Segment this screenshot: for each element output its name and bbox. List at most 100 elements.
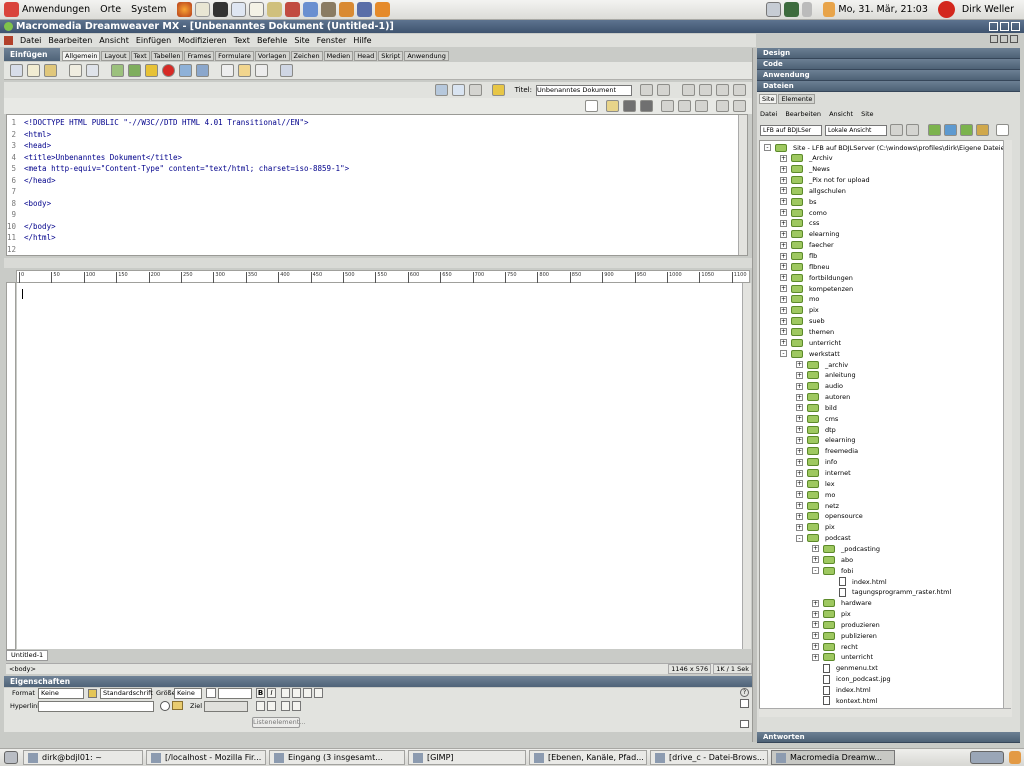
align-left-icon[interactable] <box>281 688 290 698</box>
date-icon[interactable] <box>221 64 234 77</box>
expand-toggle-icon[interactable]: + <box>780 317 787 325</box>
menu-site[interactable]: Site <box>294 36 309 45</box>
design-scrollbar[interactable] <box>742 283 751 649</box>
expand-toggle-icon[interactable]: + <box>796 436 803 444</box>
expand-toggle-icon[interactable]: + <box>812 545 819 553</box>
tab-head[interactable]: Head <box>354 51 378 61</box>
size-select[interactable]: Keine <box>174 688 202 699</box>
expand-toggle-icon[interactable]: + <box>780 241 787 249</box>
tree-scrollbar[interactable] <box>1003 140 1012 717</box>
file-tree[interactable]: - Site - LFB auf BDJLServer (C:\windows\p… <box>759 140 1011 717</box>
tree-folder[interactable]: + dtp <box>796 424 836 435</box>
tab-zeichen[interactable]: Zeichen <box>290 51 323 61</box>
expand-toggle-icon[interactable]: + <box>780 165 787 173</box>
code-line[interactable]: 4 <title>Unbenanntes Dokument</title> <box>7 152 747 164</box>
code-scrollbar[interactable] <box>738 115 747 255</box>
expand-toggle-icon[interactable]: + <box>796 393 803 401</box>
tree-folder[interactable]: - podcast <box>796 533 851 544</box>
list-item-button[interactable]: Listenelement... <box>252 717 305 728</box>
clock[interactable]: Mo, 31. Mär, 21:03 <box>838 4 928 15</box>
expand-toggle-icon[interactable]: + <box>812 599 819 607</box>
expand-toggle-icon[interactable]: + <box>780 198 787 206</box>
code-line[interactable]: 1 <!DOCTYPE HTML PUBLIC "-//W3C//DTD HTML… <box>7 117 747 129</box>
notification-icon[interactable] <box>823 2 836 17</box>
tree-folder[interactable]: + _archiv <box>796 359 848 370</box>
cut-icon[interactable] <box>661 100 674 112</box>
file-manager-launcher-icon[interactable] <box>266 2 282 17</box>
taskbar-button[interactable]: [GIMP] <box>408 750 526 765</box>
open-file-icon[interactable] <box>606 100 619 112</box>
paste-icon[interactable] <box>695 100 708 112</box>
reference-icon[interactable] <box>699 84 712 96</box>
code-line[interactable]: 10 </body> <box>7 221 747 233</box>
tree-folder[interactable]: + faecher <box>780 240 834 251</box>
tree-folder[interactable]: + abo <box>812 554 853 565</box>
tree-folder[interactable]: + css <box>780 218 819 229</box>
ordered-list-icon[interactable] <box>267 701 276 711</box>
check-in-icon[interactable] <box>976 124 989 136</box>
expand-toggle-icon[interactable]: + <box>780 187 787 195</box>
tree-folder[interactable]: + mo <box>796 489 835 500</box>
terminal-launcher-icon[interactable] <box>212 2 228 17</box>
tree-folder[interactable]: + unterricht <box>780 337 841 348</box>
show-desktop-icon[interactable] <box>4 751 18 764</box>
expand-toggle-icon[interactable]: - <box>812 567 819 575</box>
new-file-icon[interactable] <box>585 100 598 112</box>
horizontal-rule-icon[interactable] <box>196 64 209 77</box>
expand-toggle-icon[interactable]: + <box>812 556 819 564</box>
template-icon[interactable] <box>280 64 293 77</box>
taskbar-button[interactable]: Macromedia Dreamw... <box>771 750 895 765</box>
tree-folder[interactable]: + autoren <box>796 392 850 403</box>
file-management-icon[interactable] <box>640 84 653 96</box>
code-line[interactable]: 11 </html> <box>7 232 747 244</box>
tree-folder[interactable]: + themen <box>780 326 834 337</box>
code-line[interactable]: 8 <body> <box>7 198 747 210</box>
expand-toggle-icon[interactable]: + <box>796 415 803 423</box>
menu-befehle[interactable]: Befehle <box>257 36 287 45</box>
tree-folder[interactable]: + cms <box>796 413 838 424</box>
tree-folder[interactable]: + elearning <box>796 435 856 446</box>
properties-header[interactable]: Eigenschaften <box>4 676 754 687</box>
expand-toggle-icon[interactable]: + <box>780 209 787 217</box>
files-menu-datei[interactable]: Datei <box>760 110 777 118</box>
answers-panel-header[interactable]: Antworten <box>757 732 1020 743</box>
expand-toggle-icon[interactable]: + <box>796 480 803 488</box>
menu-text[interactable]: Text <box>234 36 250 45</box>
menu-fenster[interactable]: Fenster <box>317 36 347 45</box>
design-view[interactable] <box>17 283 750 649</box>
help-icon[interactable]: ? <box>740 688 749 697</box>
tab-text[interactable]: Text <box>130 51 150 61</box>
tag-selector[interactable]: <body> <box>9 665 36 673</box>
doc-restore-button[interactable] <box>1000 35 1008 43</box>
tree-horizontal-scrollbar[interactable] <box>759 708 1011 717</box>
browse-folder-icon[interactable] <box>172 701 183 710</box>
expand-toggle-icon[interactable]: + <box>796 447 803 455</box>
put-files-icon[interactable] <box>944 124 957 136</box>
expand-toggle-icon[interactable]: + <box>780 274 787 282</box>
expand-toggle-icon[interactable]: + <box>796 512 803 520</box>
expand-toggle-icon[interactable]: + <box>780 154 787 162</box>
volume-icon[interactable] <box>802 2 813 17</box>
code-view-icon[interactable] <box>434 84 448 96</box>
check-out-icon[interactable] <box>960 124 973 136</box>
code-view[interactable]: 1 <!DOCTYPE HTML PUBLIC "-//W3C//DTD HTML… <box>6 114 748 256</box>
refresh-files-icon[interactable] <box>906 124 919 136</box>
navbar-icon[interactable] <box>179 64 192 77</box>
tree-file[interactable]: kontext.html <box>812 695 877 706</box>
window-size[interactable]: 1146 x 576 <box>668 664 712 674</box>
tab-frames[interactable]: Frames <box>184 51 215 61</box>
expand-toggle-icon[interactable]: + <box>796 361 803 368</box>
tree-file[interactable]: icon_podcast.jpg <box>812 674 891 685</box>
menu-modifizieren[interactable]: Modifizieren <box>178 36 227 45</box>
document-tab[interactable]: Untitled-1 <box>6 650 49 661</box>
expand-toggle-icon[interactable]: + <box>780 339 787 347</box>
font-select[interactable]: Standardschrift <box>100 688 153 699</box>
target-select[interactable] <box>204 701 248 712</box>
tree-folder[interactable]: + netz <box>796 500 839 511</box>
tree-folder[interactable]: + sueb <box>780 316 825 327</box>
tree-folder[interactable]: + fortbildungen <box>780 272 853 283</box>
taskbar-button[interactable]: [/localhost - Mozilla Fir... <box>146 750 266 765</box>
tree-folder[interactable]: + audio <box>796 381 843 392</box>
bold-button[interactable]: B <box>256 688 265 698</box>
network-icon[interactable] <box>766 2 782 17</box>
